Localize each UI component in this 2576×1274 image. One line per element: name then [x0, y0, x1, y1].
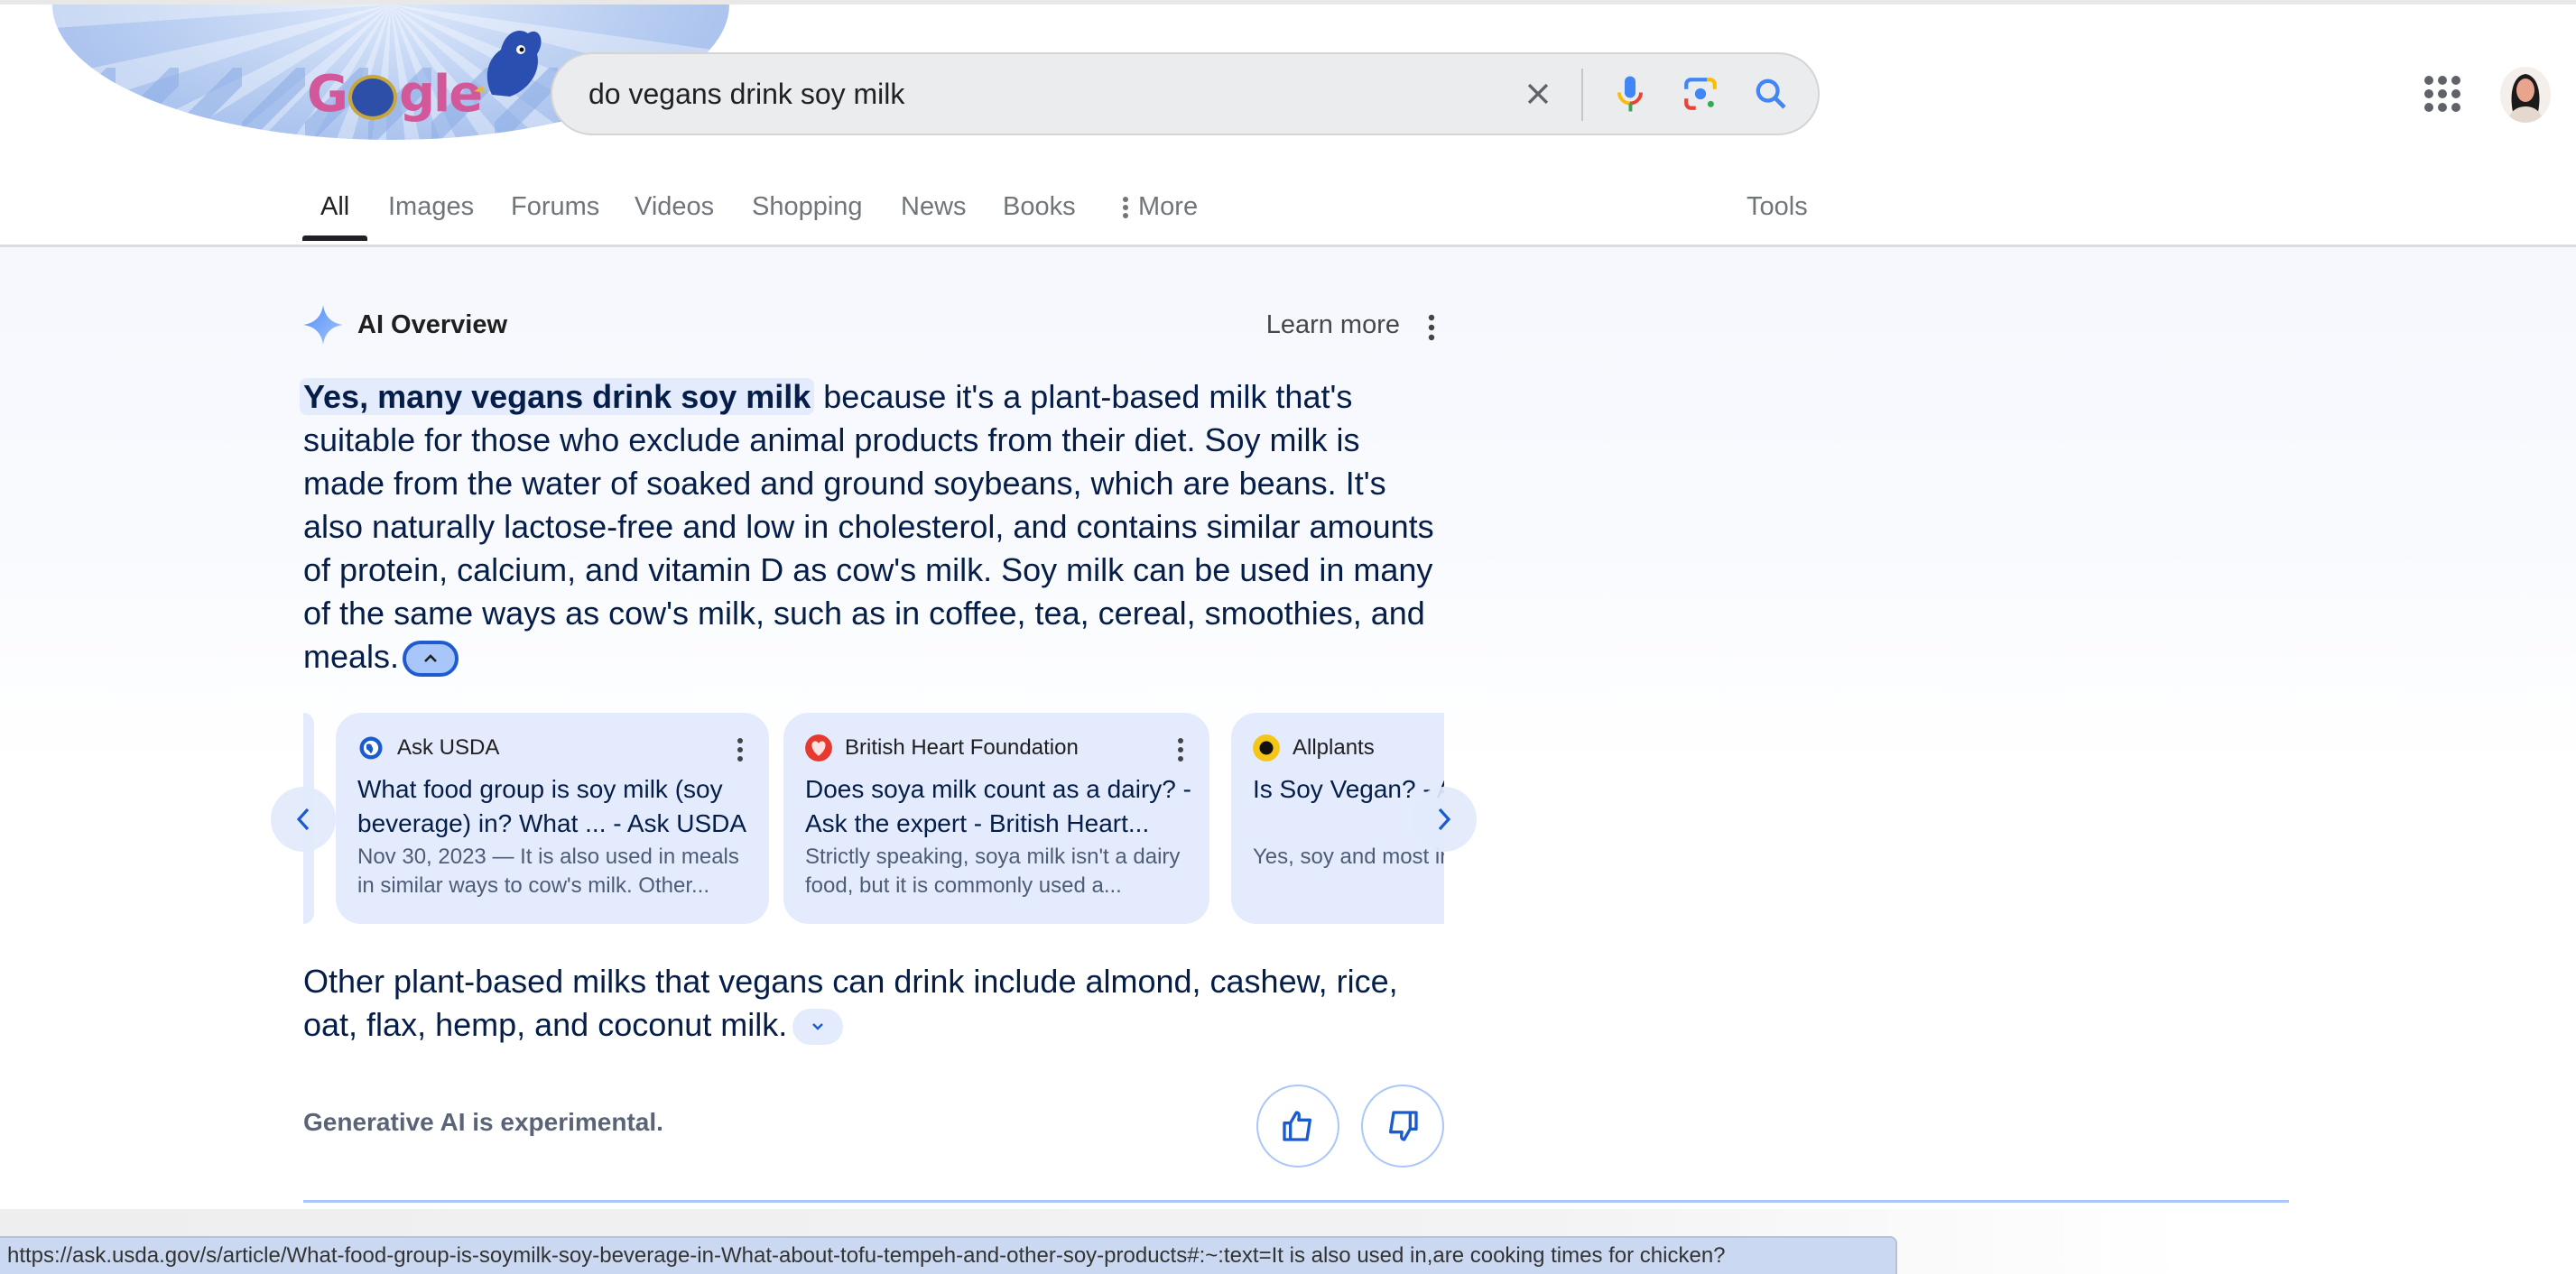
source-card[interactable]: British Heart Foundation Does soya milk … [783, 713, 1209, 924]
apps-dot [2438, 89, 2447, 98]
gemini-sparkle-icon [303, 305, 343, 345]
doodle-bird-icon [474, 31, 542, 97]
voice-search-button[interactable] [1607, 70, 1654, 117]
source-title[interactable]: Does soya milk count as a dairy? - Ask t… [805, 772, 1202, 841]
apps-dot [2424, 103, 2433, 112]
tools-button[interactable]: Tools [1747, 192, 1808, 222]
tab-books[interactable]: Books [1003, 192, 1076, 222]
clear-search-button[interactable] [1515, 70, 1561, 117]
logo-letter-g: G [307, 65, 348, 124]
source-snippet: Yes, soy and most indeed vegan. This i [1253, 845, 1444, 869]
ai-overview-answer: Yes, many vegans drink soy milk because … [300, 375, 1450, 679]
tab-shopping[interactable]: Shopping [752, 192, 863, 222]
allplants-logo-icon [1253, 734, 1280, 762]
answer-body: because it's a plant-based milk that's s… [303, 378, 1434, 675]
thumbs-up-icon [1283, 1111, 1311, 1141]
close-icon [1527, 83, 1549, 105]
search-icon [1756, 78, 1786, 109]
logo-bird-icon [347, 74, 397, 120]
source-title[interactable]: Is Soy Vegan? - A [1253, 772, 1444, 807]
source-menu-icon[interactable] [737, 738, 744, 762]
source-site: British Heart Foundation [805, 734, 1079, 762]
answer-highlight: Yes, many vegans drink soy milk [300, 378, 815, 415]
source-site-name: British Heart Foundation [845, 735, 1079, 760]
thumbs-down-button[interactable] [1361, 1085, 1444, 1168]
tab-images[interactable]: Images [388, 192, 474, 222]
expand-sources-button[interactable] [792, 1009, 844, 1046]
apps-dot [2451, 76, 2460, 85]
source-title[interactable]: What food group is soy milk (soy beverag… [357, 772, 755, 841]
source-site: Ask USDA [357, 734, 499, 762]
apps-dot [2424, 89, 2433, 98]
apps-dot [2451, 89, 2460, 98]
learn-more-link[interactable]: Learn more [1266, 310, 1400, 340]
source-site: Allplants [1253, 734, 1375, 762]
apps-dot [2438, 103, 2447, 112]
ai-overview-menu-icon[interactable] [1427, 314, 1436, 341]
search-button[interactable] [1747, 70, 1794, 117]
apps-dot [2451, 103, 2460, 112]
chevron-left-icon [296, 808, 310, 831]
source-menu-icon[interactable] [1177, 738, 1184, 762]
microphone-icon [1617, 76, 1643, 112]
tab-more[interactable]: More [1122, 192, 1198, 222]
collapse-sources-button[interactable] [403, 641, 459, 678]
thumbs-up-button[interactable] [1256, 1085, 1339, 1168]
lens-search-button[interactable] [1677, 70, 1724, 117]
globe-icon [359, 736, 383, 760]
logo-letters-gle: gle [398, 65, 483, 124]
avatar-portrait [2500, 67, 2551, 123]
kebab-vertical-icon [1123, 196, 1128, 218]
tab-all[interactable]: All [320, 192, 349, 222]
account-avatar[interactable] [2500, 67, 2551, 123]
chevron-right-icon [1438, 808, 1451, 831]
google-logo[interactable]: Ggle [307, 65, 483, 124]
chevron-up-icon [424, 654, 437, 663]
search-box-divider [1581, 69, 1583, 121]
apps-dot [2424, 76, 2433, 85]
ai-overview-bottom-divider [303, 1200, 2289, 1203]
sources-carousel: Ask USDA What food group is soy milk (so… [303, 713, 1444, 926]
tab-videos[interactable]: Videos [635, 192, 714, 222]
search-tabs: All Images Forums Videos Shopping News B… [302, 176, 1810, 245]
source-card[interactable]: Ask USDA What food group is soy milk (so… [336, 713, 769, 924]
search-box[interactable]: do vegans drink soy milk [551, 52, 1820, 135]
active-tab-indicator [302, 235, 367, 241]
ai-overview-header: AI Overview Learn more [303, 303, 1445, 348]
tab-more-label: More [1138, 192, 1199, 221]
apps-dot [2438, 76, 2447, 85]
source-site-name: Ask USDA [397, 735, 500, 760]
camera-lens-icon [1684, 78, 1717, 110]
source-snippet: Strictly speaking, soya milk isn't a dai… [805, 845, 1181, 898]
search-input[interactable]: do vegans drink soy milk [588, 54, 904, 134]
source-site-name: Allplants [1293, 735, 1375, 760]
carousel-next-button[interactable] [1412, 787, 1477, 852]
additional-body: Other plant-based milks that vegans can … [303, 963, 1398, 1043]
tab-news[interactable]: News [901, 192, 967, 222]
google-apps-button[interactable] [2424, 76, 2460, 112]
link-hover-status-url: https://ask.usda.gov/s/article/What-food… [0, 1236, 1897, 1274]
thumbs-down-icon [1389, 1111, 1418, 1141]
ai-overview-title: AI Overview [357, 310, 508, 339]
carousel-previous-button[interactable] [271, 787, 336, 852]
ai-overview-additional: Other plant-based milks that vegans can … [303, 960, 1450, 1047]
heart-logo-icon [805, 734, 832, 762]
generative-ai-disclaimer: Generative AI is experimental. [303, 1108, 663, 1136]
chevron-down-icon [812, 1023, 824, 1031]
source-snippet: Nov 30, 2023 — It is also used in meals … [357, 845, 739, 898]
tab-forums[interactable]: Forums [511, 192, 599, 222]
